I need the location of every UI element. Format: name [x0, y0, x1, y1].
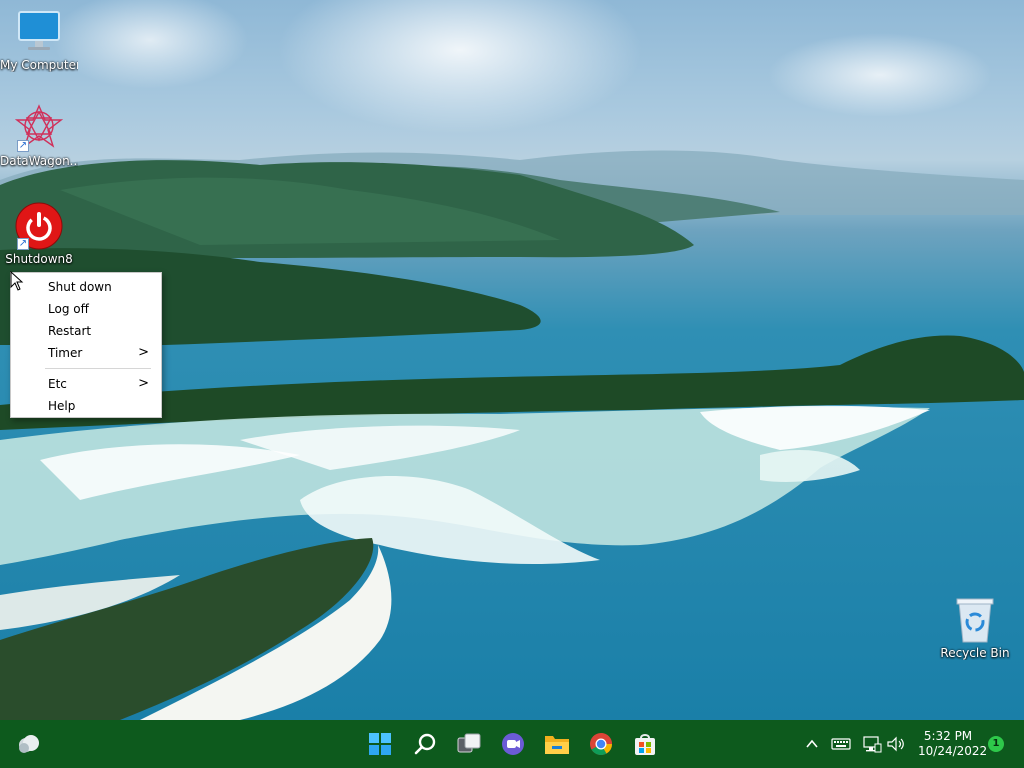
context-menu: Shut down Log off Restart Timer > Etc > … [10, 272, 162, 418]
menu-item-log-off[interactable]: Log off [11, 298, 161, 320]
desktop-icon-datawagon[interactable]: ↗ DataWagon... [0, 104, 78, 168]
menu-item-label: Help [48, 399, 76, 413]
store-icon[interactable] [629, 728, 661, 760]
desktop-icon-label: My Computer [0, 58, 78, 72]
monitor-icon [15, 8, 63, 56]
taskbar: 5:32 PM 10/24/2022 1 [0, 720, 1024, 768]
desktop-icon-label: Shutdown8 [5, 252, 73, 266]
volume-icon[interactable] [886, 734, 906, 754]
recycle-bin-icon [951, 596, 999, 644]
desktop-icon-my-computer[interactable]: My Computer [0, 8, 78, 72]
power-icon: ↗ [15, 202, 63, 250]
desktop-wallpaper[interactable]: My Computer ↗ DataWagon... ↗ Shutdown8 R… [0, 0, 1024, 720]
menu-separator [45, 368, 151, 369]
menu-item-label: Restart [48, 324, 92, 338]
taskbar-clock[interactable]: 5:32 PM 10/24/2022 [918, 729, 988, 759]
network-icon[interactable] [862, 734, 882, 754]
menu-item-help[interactable]: Help [11, 395, 161, 417]
menu-item-label: Shut down [48, 280, 112, 294]
shortcut-arrow-icon: ↗ [17, 140, 29, 152]
clock-time: 5:32 PM [923, 729, 973, 743]
shortcut-arrow-icon: ↗ [17, 238, 29, 250]
chevron-right-icon: > [138, 345, 149, 360]
menu-item-timer[interactable]: Timer > [11, 342, 161, 364]
desktop-icon-label: Recycle Bin [940, 646, 1010, 660]
chat-icon[interactable] [497, 728, 529, 760]
chevron-up-icon[interactable] [802, 734, 822, 754]
menu-item-label: Timer [48, 346, 83, 360]
desktop-icon-shutdown8[interactable]: ↗ Shutdown8 [0, 202, 78, 266]
file-explorer-icon[interactable] [541, 728, 573, 760]
chrome-icon[interactable] [585, 728, 617, 760]
desktop-icon-recycle-bin[interactable]: Recycle Bin [936, 596, 1014, 660]
notification-badge[interactable]: 1 [988, 736, 1004, 752]
task-view-icon[interactable] [453, 728, 485, 760]
menu-item-label: Etc [48, 377, 67, 391]
menu-item-label: Log off [48, 302, 89, 316]
clock-date: 10/24/2022 [918, 744, 988, 758]
mouse-pointer-icon [10, 271, 24, 291]
keyboard-icon[interactable] [831, 734, 851, 754]
search-icon[interactable] [409, 728, 441, 760]
datawagon-icon: ↗ [14, 104, 64, 152]
widgets-icon[interactable] [12, 728, 44, 760]
menu-item-restart[interactable]: Restart [11, 320, 161, 342]
menu-item-shut-down[interactable]: Shut down [11, 276, 161, 298]
start-icon[interactable] [364, 728, 396, 760]
menu-item-etc[interactable]: Etc > [11, 373, 161, 395]
chevron-right-icon: > [138, 376, 149, 391]
desktop-icon-label: DataWagon... [0, 154, 78, 168]
